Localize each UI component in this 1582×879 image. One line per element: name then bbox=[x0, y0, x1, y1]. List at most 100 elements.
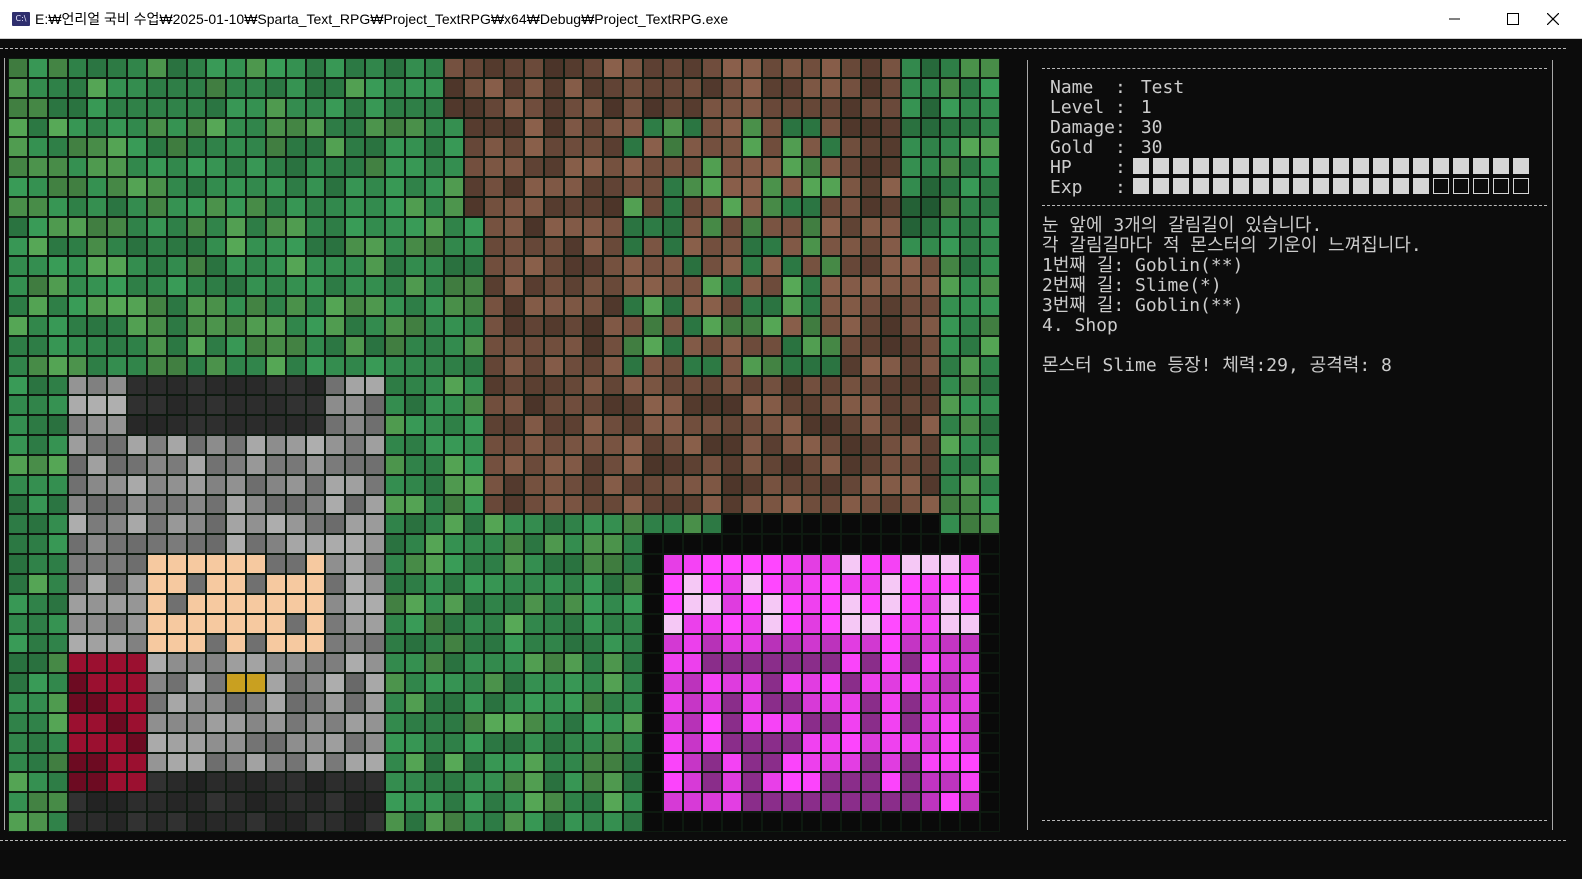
pixel-cell bbox=[128, 495, 146, 514]
pixel-cell bbox=[326, 614, 345, 633]
pixel-cell bbox=[306, 713, 325, 732]
pixel-cell bbox=[286, 674, 305, 693]
pixel-cell bbox=[822, 475, 841, 494]
pixel-cell bbox=[881, 416, 900, 435]
pixel-cell bbox=[941, 78, 960, 97]
pixel-cell bbox=[88, 436, 107, 454]
pixel-cell bbox=[901, 336, 920, 355]
pixel-cell bbox=[524, 515, 543, 534]
pixel-cell bbox=[366, 634, 384, 653]
pixel-cell bbox=[266, 614, 285, 633]
pixel-cell bbox=[266, 217, 285, 236]
close-button[interactable] bbox=[1524, 0, 1582, 38]
pixel-cell bbox=[28, 674, 47, 693]
pixel-cell bbox=[385, 674, 404, 693]
pixel-cell bbox=[524, 197, 543, 216]
pixel-cell bbox=[445, 396, 464, 415]
pixel-cell bbox=[286, 515, 305, 534]
pixel-cell bbox=[881, 713, 900, 732]
pixel-cell bbox=[862, 515, 880, 534]
pixel-cell bbox=[465, 634, 484, 653]
pixel-cell bbox=[286, 217, 305, 236]
pixel-cell bbox=[88, 813, 107, 831]
pixel-cell bbox=[167, 455, 186, 474]
pixel-cell bbox=[663, 316, 682, 335]
pixel-cell bbox=[961, 436, 980, 454]
pixel-cell bbox=[306, 138, 325, 157]
pixel-cell bbox=[346, 376, 365, 395]
pixel-cell bbox=[604, 793, 623, 812]
pixel-cell bbox=[286, 594, 305, 613]
pixel-cell bbox=[405, 416, 424, 435]
pixel-cell bbox=[921, 773, 940, 792]
pixel-cell bbox=[187, 694, 206, 712]
pixel-cell bbox=[385, 78, 404, 97]
pixel-cell bbox=[703, 59, 722, 77]
pixel-cell bbox=[167, 297, 186, 315]
pixel-cell bbox=[385, 614, 404, 633]
pixel-cell bbox=[207, 257, 226, 276]
pixel-cell bbox=[663, 257, 682, 276]
pixel-cell bbox=[544, 59, 563, 77]
minimize-button[interactable] bbox=[1426, 0, 1484, 38]
pixel-cell bbox=[68, 674, 87, 693]
pixel-cell bbox=[901, 217, 920, 236]
pixel-cell bbox=[663, 297, 682, 315]
pixel-cell bbox=[108, 555, 127, 573]
pixel-cell bbox=[286, 336, 305, 355]
pixel-cell bbox=[227, 436, 246, 454]
pixel-cell bbox=[48, 336, 67, 355]
pixel-cell bbox=[128, 297, 146, 315]
pixel-cell bbox=[405, 336, 424, 355]
pixel-cell bbox=[266, 197, 285, 216]
pixel-cell bbox=[266, 793, 285, 812]
pixel-cell bbox=[564, 555, 583, 573]
pixel-cell bbox=[68, 396, 87, 415]
pixel-cell bbox=[544, 257, 563, 276]
pixel-cell bbox=[505, 475, 523, 494]
pixel-cell bbox=[524, 654, 543, 673]
pixel-cell bbox=[743, 356, 761, 375]
pixel-cell bbox=[187, 396, 206, 415]
pixel-cell bbox=[683, 694, 702, 712]
pixel-cell bbox=[604, 356, 623, 375]
pixel-cell bbox=[306, 59, 325, 77]
pixel-cell bbox=[68, 118, 87, 137]
pixel-cell bbox=[663, 475, 682, 494]
pixel-cell bbox=[266, 376, 285, 395]
pixel-cell bbox=[643, 753, 662, 772]
pixel-cell bbox=[167, 634, 186, 653]
pixel-cell bbox=[68, 416, 87, 435]
pixel-cell bbox=[366, 277, 384, 296]
pixel-cell bbox=[187, 436, 206, 454]
pixel-cell bbox=[247, 396, 265, 415]
pixel-cell bbox=[782, 178, 801, 196]
pixel-cell bbox=[465, 237, 484, 256]
pixel-cell bbox=[405, 574, 424, 593]
pixel-cell bbox=[306, 356, 325, 375]
pixel-cell bbox=[445, 455, 464, 474]
left-border bbox=[4, 58, 5, 830]
pixel-cell bbox=[88, 257, 107, 276]
pixel-cell bbox=[564, 158, 583, 177]
pixel-cell bbox=[624, 773, 642, 792]
pixel-cell bbox=[425, 495, 444, 514]
pixel-cell bbox=[88, 336, 107, 355]
pixel-cell bbox=[485, 297, 503, 315]
pixel-cell bbox=[643, 138, 662, 157]
pixel-cell bbox=[207, 793, 226, 812]
pixel-cell bbox=[465, 793, 484, 812]
pixel-cell bbox=[743, 674, 761, 693]
pixel-cell bbox=[584, 257, 603, 276]
pixel-cell bbox=[326, 118, 345, 137]
pixel-cell bbox=[901, 733, 920, 752]
pixel-cell bbox=[881, 773, 900, 792]
pixel-cell bbox=[366, 178, 384, 196]
pixel-cell bbox=[366, 436, 384, 454]
pixel-cell bbox=[941, 555, 960, 573]
pixel-cell bbox=[465, 753, 484, 772]
pixel-cell bbox=[266, 713, 285, 732]
pixel-cell bbox=[544, 634, 563, 653]
pixel-cell bbox=[723, 614, 742, 633]
pixel-cell bbox=[604, 197, 623, 216]
